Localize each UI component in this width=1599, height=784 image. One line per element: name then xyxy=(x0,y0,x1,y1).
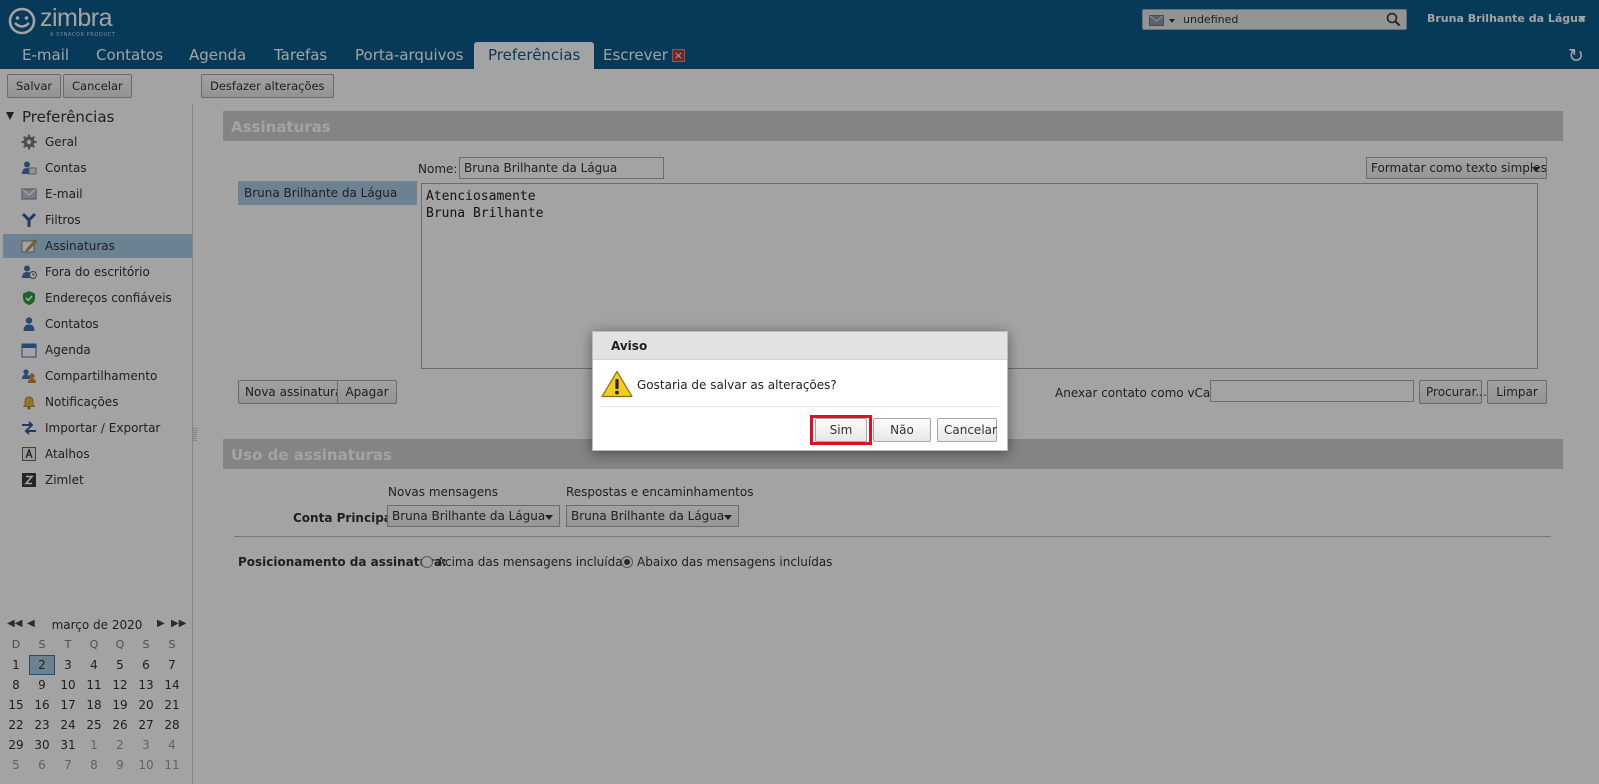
no-button[interactable]: Não xyxy=(873,418,931,442)
dialog-cancel-button[interactable]: Cancelar xyxy=(937,418,997,442)
dialog-titlebar[interactable]: Aviso xyxy=(593,332,1007,360)
dialog-title: Aviso xyxy=(611,339,648,353)
highlight-box xyxy=(810,415,872,445)
dialog-separator xyxy=(601,406,999,407)
save-confirmation-dialog: Aviso Gostaria de salvar as alterações? … xyxy=(592,331,1008,451)
dialog-message: Gostaria de salvar as alterações? xyxy=(637,378,837,392)
warning-icon xyxy=(601,370,633,398)
